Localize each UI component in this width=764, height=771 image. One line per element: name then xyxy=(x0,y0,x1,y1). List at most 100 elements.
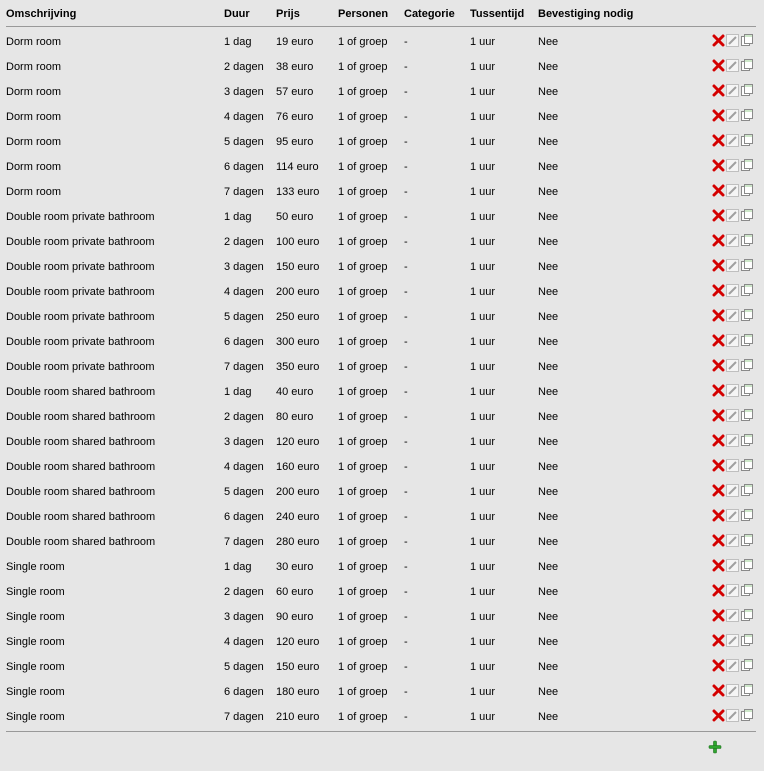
delete-icon[interactable] xyxy=(712,34,725,50)
delete-icon[interactable] xyxy=(712,684,725,700)
copy-icon[interactable] xyxy=(740,58,754,75)
edit-icon[interactable] xyxy=(726,259,739,275)
cell-omschrijving: Dorm room xyxy=(6,104,224,129)
edit-icon[interactable] xyxy=(726,559,739,575)
edit-icon[interactable] xyxy=(726,384,739,400)
edit-icon[interactable] xyxy=(726,59,739,75)
copy-icon[interactable] xyxy=(740,208,754,225)
copy-icon[interactable] xyxy=(740,708,754,725)
copy-icon[interactable] xyxy=(740,583,754,600)
delete-icon[interactable] xyxy=(712,209,725,225)
copy-icon[interactable] xyxy=(740,383,754,400)
copy-icon[interactable] xyxy=(740,408,754,425)
edit-icon[interactable] xyxy=(726,234,739,250)
copy-icon[interactable] xyxy=(740,558,754,575)
edit-icon[interactable] xyxy=(726,209,739,225)
delete-icon[interactable] xyxy=(712,184,725,200)
cell-bevestiging: Nee xyxy=(538,79,664,104)
edit-icon[interactable] xyxy=(726,434,739,450)
delete-icon[interactable] xyxy=(712,584,725,600)
edit-icon[interactable] xyxy=(726,309,739,325)
edit-icon[interactable] xyxy=(726,134,739,150)
copy-icon[interactable] xyxy=(740,683,754,700)
copy-icon[interactable] xyxy=(740,308,754,325)
copy-icon[interactable] xyxy=(740,333,754,350)
cell-duur: 3 dagen xyxy=(224,79,276,104)
copy-icon[interactable] xyxy=(740,133,754,150)
edit-icon[interactable] xyxy=(726,409,739,425)
edit-icon[interactable] xyxy=(726,334,739,350)
delete-icon[interactable] xyxy=(712,134,725,150)
cell-tussentijd: 1 uur xyxy=(470,654,538,679)
copy-icon[interactable] xyxy=(740,608,754,625)
copy-icon[interactable] xyxy=(740,33,754,50)
edit-icon[interactable] xyxy=(726,534,739,550)
delete-icon[interactable] xyxy=(712,459,725,475)
delete-icon[interactable] xyxy=(712,334,725,350)
delete-icon[interactable] xyxy=(712,534,725,550)
delete-icon[interactable] xyxy=(712,509,725,525)
delete-icon[interactable] xyxy=(712,159,725,175)
copy-icon[interactable] xyxy=(740,183,754,200)
delete-icon[interactable] xyxy=(712,434,725,450)
edit-icon[interactable] xyxy=(726,84,739,100)
copy-icon[interactable] xyxy=(740,458,754,475)
delete-icon[interactable] xyxy=(712,234,725,250)
delete-icon[interactable] xyxy=(712,409,725,425)
delete-icon[interactable] xyxy=(712,109,725,125)
col-prijs: Prijs xyxy=(276,6,338,24)
copy-icon[interactable] xyxy=(740,508,754,525)
copy-icon[interactable] xyxy=(740,258,754,275)
delete-icon[interactable] xyxy=(712,84,725,100)
edit-icon[interactable] xyxy=(726,684,739,700)
cell-personen: 1 of groep xyxy=(338,354,404,379)
delete-icon[interactable] xyxy=(712,384,725,400)
delete-icon[interactable] xyxy=(712,359,725,375)
copy-icon[interactable] xyxy=(740,358,754,375)
edit-icon[interactable] xyxy=(726,609,739,625)
delete-icon[interactable] xyxy=(712,634,725,650)
delete-icon[interactable] xyxy=(712,259,725,275)
delete-icon[interactable] xyxy=(712,559,725,575)
cell-actions xyxy=(664,154,756,179)
edit-icon[interactable] xyxy=(726,109,739,125)
delete-icon[interactable] xyxy=(712,709,725,725)
edit-icon[interactable] xyxy=(726,484,739,500)
edit-icon[interactable] xyxy=(726,284,739,300)
edit-icon[interactable] xyxy=(726,509,739,525)
table-row: Single room7 dagen210 euro1 of groep-1 u… xyxy=(6,704,756,729)
copy-icon[interactable] xyxy=(740,158,754,175)
cell-actions xyxy=(664,554,756,579)
edit-icon[interactable] xyxy=(726,709,739,725)
copy-icon[interactable] xyxy=(740,233,754,250)
copy-icon[interactable] xyxy=(740,108,754,125)
delete-icon[interactable] xyxy=(712,309,725,325)
table-row: Double room shared bathroom1 dag40 euro1… xyxy=(6,379,756,404)
edit-icon[interactable] xyxy=(726,159,739,175)
edit-icon[interactable] xyxy=(726,359,739,375)
cell-actions xyxy=(664,479,756,504)
cell-prijs: 133 euro xyxy=(276,179,338,204)
edit-icon[interactable] xyxy=(726,34,739,50)
copy-icon[interactable] xyxy=(740,633,754,650)
copy-icon[interactable] xyxy=(740,658,754,675)
edit-icon[interactable] xyxy=(726,584,739,600)
delete-icon[interactable] xyxy=(712,609,725,625)
cell-actions xyxy=(664,354,756,379)
edit-icon[interactable] xyxy=(726,184,739,200)
copy-icon[interactable] xyxy=(740,283,754,300)
edit-icon[interactable] xyxy=(726,634,739,650)
copy-icon[interactable] xyxy=(740,483,754,500)
cell-prijs: 30 euro xyxy=(276,554,338,579)
edit-icon[interactable] xyxy=(726,459,739,475)
copy-icon[interactable] xyxy=(740,433,754,450)
copy-icon[interactable] xyxy=(740,83,754,100)
copy-icon[interactable] xyxy=(740,533,754,550)
delete-icon[interactable] xyxy=(712,59,725,75)
delete-icon[interactable] xyxy=(712,659,725,675)
delete-icon[interactable] xyxy=(712,484,725,500)
add-icon[interactable] xyxy=(708,740,722,757)
delete-icon[interactable] xyxy=(712,284,725,300)
edit-icon[interactable] xyxy=(726,659,739,675)
cell-tussentijd: 1 uur xyxy=(470,279,538,304)
